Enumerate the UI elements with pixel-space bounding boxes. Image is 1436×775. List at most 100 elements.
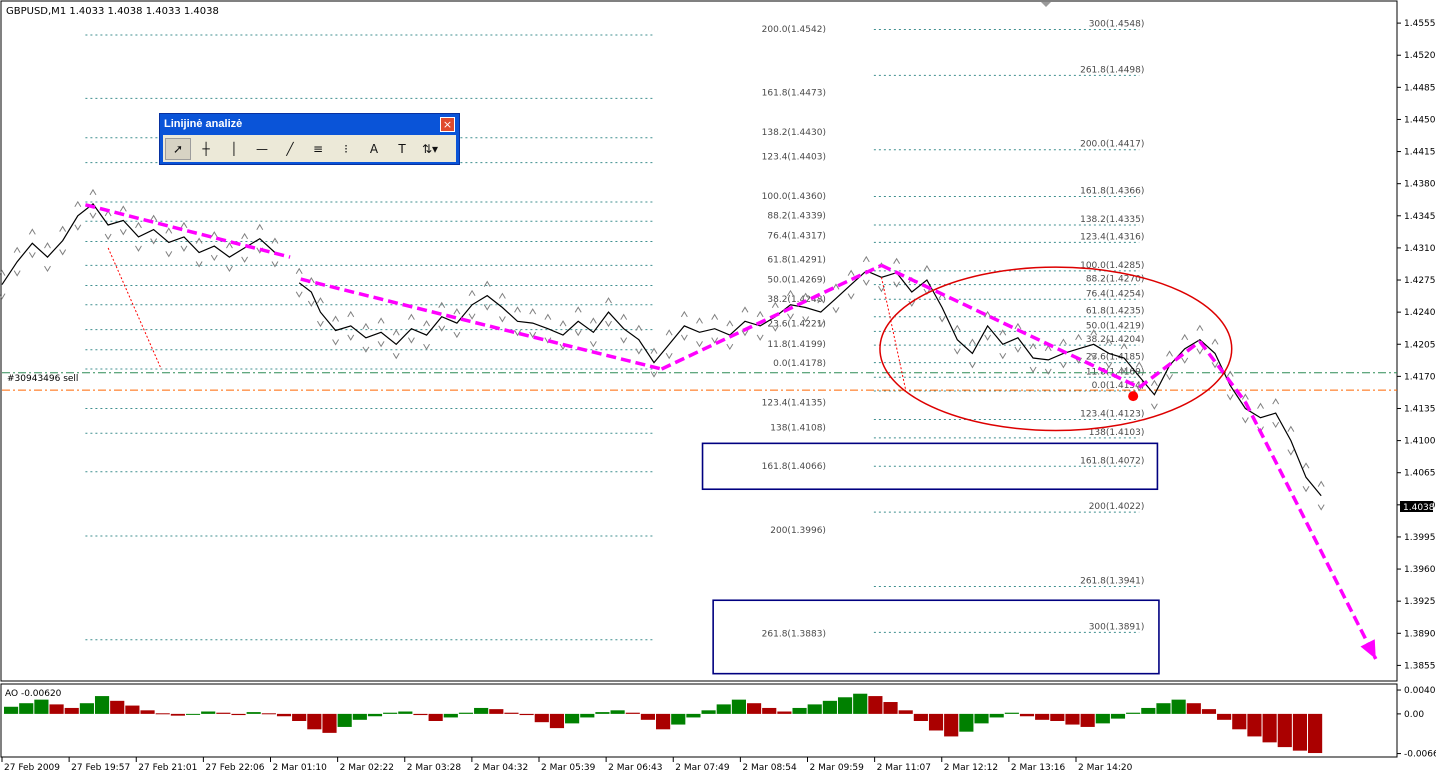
ao-bar bbox=[671, 713, 686, 725]
price-tick-label: 1.4275 bbox=[1404, 276, 1436, 286]
fib-level-label: 61.8(1.4235) bbox=[1086, 307, 1145, 317]
fractal-down-marker bbox=[1166, 374, 1173, 381]
fib-level-label: 300(1.3891) bbox=[1089, 622, 1145, 632]
fractal-up-marker bbox=[665, 329, 673, 336]
fractal-down-marker bbox=[347, 334, 355, 341]
ao-bar bbox=[762, 707, 777, 714]
text-icon[interactable]: A bbox=[361, 138, 387, 160]
ao-bar bbox=[1217, 713, 1232, 720]
ao-bar bbox=[489, 709, 504, 714]
fractal-down-marker bbox=[423, 343, 430, 351]
fractal-up-marker bbox=[1257, 402, 1264, 409]
fractal-down-marker bbox=[44, 265, 51, 273]
zigzag-segment bbox=[1138, 340, 1201, 389]
fib-level-label: 123.4(1.4135) bbox=[762, 398, 826, 408]
fractal-up-marker bbox=[544, 313, 552, 320]
fib-level-label: 261.8(1.3883) bbox=[762, 630, 826, 640]
fractal-up-marker bbox=[13, 246, 21, 253]
fractal-down-marker bbox=[483, 304, 491, 311]
fractal-up-marker bbox=[180, 221, 188, 229]
crosshair-icon[interactable]: ┼ bbox=[193, 138, 219, 160]
fib-expansion-icon[interactable]: ≡ bbox=[305, 138, 331, 160]
ao-bar bbox=[367, 713, 383, 717]
scroll-shift-marker[interactable] bbox=[1041, 2, 1051, 7]
fib-fan-icon[interactable]: ⁝ bbox=[333, 138, 359, 160]
fib-level-label: 50.0(1.4219) bbox=[1086, 321, 1145, 331]
entry-dot bbox=[1128, 391, 1139, 402]
price-tick-label: 1.4415 bbox=[1404, 148, 1436, 158]
time-tick-label: 2 Mar 09:59 bbox=[810, 763, 865, 773]
fractal-down-marker bbox=[332, 339, 340, 346]
order-lines bbox=[2, 372, 1397, 391]
ao-bar bbox=[94, 696, 110, 714]
fractal-down-marker bbox=[953, 348, 961, 355]
vertical-line-icon[interactable]: │ bbox=[221, 138, 247, 160]
line-studies-toolbar[interactable]: Linijinė analizė × ➚ ┼ │ — ╱ ≡ ⁝ A T ⇅▾ bbox=[159, 113, 460, 165]
ao-bar bbox=[1110, 713, 1126, 719]
price-tick-label: 1.4485 bbox=[1404, 83, 1436, 93]
chart-frame bbox=[0, 0, 1398, 682]
ao-bar bbox=[534, 713, 549, 723]
zigzag-arrowhead bbox=[1360, 639, 1376, 659]
price-tick-label: 1.4450 bbox=[1404, 115, 1436, 125]
fractal-down-marker bbox=[756, 334, 764, 341]
fib-level-label: 123.4(1.4403) bbox=[762, 153, 826, 163]
fractal-up-marker bbox=[59, 225, 67, 232]
price-tick-label: 1.4310 bbox=[1404, 244, 1436, 254]
fractal-up-marker bbox=[256, 223, 264, 230]
fractal-down-marker bbox=[438, 325, 446, 332]
fractal-up-marker bbox=[316, 297, 324, 304]
fractal-up-marker bbox=[680, 310, 688, 318]
ao-bar bbox=[822, 700, 837, 714]
price-tick-label: 1.4240 bbox=[1404, 308, 1436, 318]
time-axis: 27 Feb 2009 27 Feb 19:57 27 Feb 21:01 27 Fe… bbox=[1, 757, 1133, 773]
zigzag-series bbox=[84, 203, 1378, 660]
time-tick-label: 2 Mar 14:20 bbox=[1078, 763, 1133, 773]
ao-bar bbox=[731, 699, 746, 714]
time-tick-label: 2 Mar 11:07 bbox=[877, 763, 931, 773]
fractal-down-marker bbox=[999, 352, 1007, 360]
price-tick-label: 1.3855 bbox=[1404, 661, 1436, 671]
arrows-dropdown-icon[interactable]: ⇅▾ bbox=[417, 138, 443, 160]
ao-bar bbox=[307, 713, 322, 730]
ao-tick-label: 0.00 bbox=[1404, 710, 1424, 720]
ao-frame bbox=[0, 683, 1398, 758]
fractal-up-marker bbox=[1166, 350, 1173, 357]
toolbar-close-button[interactable]: × bbox=[440, 117, 455, 132]
ao-bar bbox=[1065, 713, 1080, 725]
trendline-icon[interactable]: ╱ bbox=[277, 138, 303, 160]
fractal-down-marker bbox=[574, 330, 582, 337]
fractal-down-marker bbox=[787, 313, 794, 320]
ao-bar bbox=[1232, 713, 1247, 730]
fractal-down-marker bbox=[1181, 357, 1189, 364]
ao-bar bbox=[1292, 713, 1308, 751]
ao-bar bbox=[580, 713, 595, 718]
ao-histogram bbox=[4, 693, 1323, 754]
fractal-down-marker bbox=[1059, 362, 1067, 369]
time-tick-label: 2 Mar 02:22 bbox=[340, 763, 394, 773]
fractal-down-marker bbox=[1150, 403, 1158, 410]
fractal-up-marker bbox=[726, 320, 734, 327]
sell-arrow-line bbox=[880, 277, 907, 391]
fib-level-label: 11.8(1.4199) bbox=[767, 340, 826, 350]
fractal-down-marker bbox=[210, 254, 218, 262]
text-label-icon[interactable]: T bbox=[389, 138, 415, 160]
fractal-up-marker bbox=[923, 265, 931, 272]
price-tick-label: 1.4520 bbox=[1404, 51, 1436, 61]
cursor-icon[interactable]: ➚ bbox=[165, 137, 191, 160]
ao-bar bbox=[1156, 703, 1171, 714]
fractal-down-marker bbox=[665, 352, 673, 360]
ao-bar bbox=[292, 713, 307, 721]
fib-level-label: 138.2(1.4335) bbox=[1080, 215, 1144, 225]
ao-bar bbox=[913, 713, 928, 721]
current-price-label: 1.4038 bbox=[1403, 503, 1435, 513]
sell-arrow-line bbox=[107, 247, 162, 370]
fractal-up-marker bbox=[711, 313, 719, 320]
fib-level-label: 300(1.4548) bbox=[1089, 20, 1145, 30]
fractal-down-marker bbox=[696, 341, 703, 348]
ao-bar bbox=[413, 713, 428, 716]
fractal-up-marker bbox=[953, 324, 961, 331]
horizontal-line-icon[interactable]: — bbox=[249, 138, 275, 160]
fib-level-label: 161.8(1.4066) bbox=[762, 462, 826, 472]
ao-bar bbox=[519, 713, 534, 716]
